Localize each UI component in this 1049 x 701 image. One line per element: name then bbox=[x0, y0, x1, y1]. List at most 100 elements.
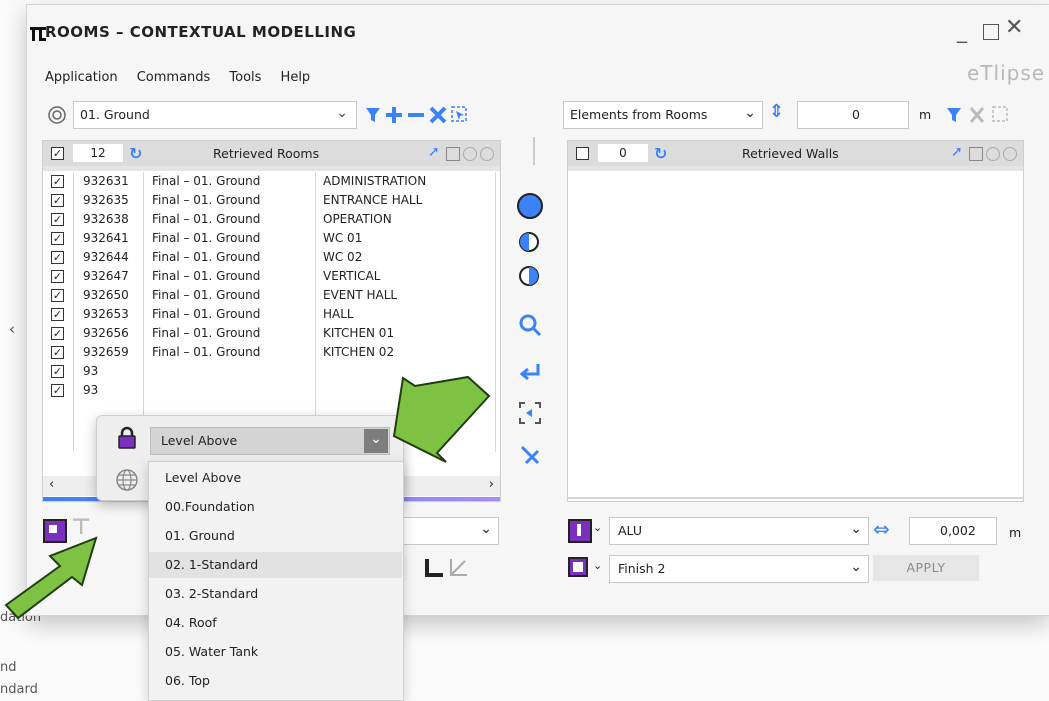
thickness-input[interactable]: 0,002 bbox=[909, 517, 997, 545]
chevron-down-icon[interactable]: ⌄ bbox=[364, 429, 388, 453]
scroll-right-icon[interactable]: › bbox=[489, 477, 494, 492]
row-checkbox[interactable]: ✓ bbox=[51, 175, 64, 188]
chevron-left-icon[interactable]: ‹ bbox=[9, 320, 15, 338]
room-level: Final – 01. Ground bbox=[152, 250, 261, 264]
search-icon[interactable] bbox=[518, 313, 542, 337]
globe-icon[interactable] bbox=[115, 468, 139, 492]
top-constraint-icon[interactable]: ⊤ bbox=[71, 515, 91, 540]
table-row[interactable]: ✓ 932656 Final – 01. Ground KITCHEN 01 bbox=[43, 324, 500, 343]
offset-unit: m bbox=[919, 107, 932, 122]
dropdown-option[interactable]: 05. Water Tank bbox=[149, 639, 402, 665]
remove-icon[interactable] bbox=[408, 113, 424, 117]
rooms-select-icon[interactable] bbox=[47, 105, 67, 125]
square-icon[interactable] bbox=[446, 147, 460, 161]
table-row[interactable]: ✓ 932641 Final – 01. Ground WC 01 bbox=[43, 229, 500, 248]
finish-icon[interactable] bbox=[568, 557, 588, 577]
pick-rooms-icon[interactable] bbox=[451, 106, 467, 122]
row-checkbox[interactable]: ✓ bbox=[51, 232, 64, 245]
room-id: 932641 bbox=[83, 231, 129, 245]
table-row[interactable]: ✓ 932659 Final – 01. Ground KITCHEN 02 bbox=[43, 343, 500, 362]
table-row[interactable]: ✓ 93 bbox=[43, 381, 500, 400]
menu-tools[interactable]: Tools bbox=[229, 70, 261, 85]
room-boundary-icon[interactable] bbox=[43, 519, 67, 543]
dropdown-option-highlighted[interactable]: 02. 1-Standard bbox=[149, 552, 402, 578]
dropdown-option[interactable]: 04. Roof bbox=[149, 610, 402, 636]
room-id: 932650 bbox=[83, 288, 129, 302]
room-name: WC 01 bbox=[323, 231, 363, 245]
chevron-down-icon[interactable]: ⌄ bbox=[593, 521, 602, 534]
table-row[interactable]: ✓ 932631 Final – 01. Ground ADMINISTRATION bbox=[43, 172, 500, 191]
circle-half-icon[interactable] bbox=[480, 147, 494, 161]
add-icon[interactable] bbox=[386, 107, 402, 123]
row-checkbox[interactable]: ✓ bbox=[51, 346, 64, 359]
row-checkbox[interactable]: ✓ bbox=[51, 270, 64, 283]
refresh-icon[interactable]: ↻ bbox=[654, 144, 667, 163]
source-select[interactable]: Elements from Rooms ⌄ bbox=[563, 101, 763, 129]
table-row[interactable]: ✓ 93 bbox=[43, 362, 500, 381]
cursor-select-icon[interactable]: ➚ bbox=[951, 144, 963, 160]
select-region-icon[interactable] bbox=[518, 401, 542, 425]
circle-outline-icon[interactable] bbox=[986, 147, 1000, 161]
chevron-down-icon[interactable]: ⌄ bbox=[593, 559, 602, 572]
enter-icon[interactable] bbox=[518, 361, 542, 385]
row-checkbox[interactable]: ✓ bbox=[51, 213, 64, 226]
right-half-circle-icon[interactable] bbox=[518, 265, 540, 287]
dropdown-option[interactable]: Level Above bbox=[149, 465, 402, 491]
filter-icon[interactable] bbox=[366, 108, 380, 122]
corner-join-icon[interactable] bbox=[423, 557, 445, 579]
menu-application[interactable]: Application bbox=[45, 70, 118, 85]
cursor-select-icon[interactable]: ➚ bbox=[428, 144, 440, 160]
table-row[interactable]: ✓ 932650 Final – 01. Ground EVENT HALL bbox=[43, 286, 500, 305]
circle-outline-icon[interactable] bbox=[463, 147, 477, 161]
menu-commands[interactable]: Commands bbox=[137, 70, 211, 85]
corner-miter-icon[interactable] bbox=[447, 557, 469, 579]
row-checkbox[interactable]: ✓ bbox=[51, 308, 64, 321]
square-icon[interactable] bbox=[969, 147, 983, 161]
circle-half-icon[interactable] bbox=[1003, 147, 1017, 161]
scroll-left-icon[interactable]: ‹ bbox=[49, 477, 54, 492]
top-level-select[interactable]: ⌄ bbox=[399, 517, 499, 545]
level-above-select[interactable]: Level Above ⌄ bbox=[150, 427, 390, 455]
row-checkbox[interactable]: ✓ bbox=[51, 365, 64, 378]
table-row[interactable]: ✓ 932653 Final – 01. Ground HALL bbox=[43, 305, 500, 324]
pick-walls-icon[interactable] bbox=[518, 443, 542, 467]
select-all-walls-checkbox[interactable] bbox=[576, 147, 589, 160]
apply-button[interactable]: APPLY bbox=[873, 555, 979, 581]
dropdown-option[interactable]: 03. 2-Standard bbox=[149, 581, 402, 607]
clear-icon[interactable] bbox=[429, 106, 447, 124]
table-row[interactable]: ✓ 932635 Final – 01. Ground ENTRANCE HALL bbox=[43, 191, 500, 210]
left-half-circle-icon[interactable] bbox=[518, 231, 540, 253]
level-select[interactable]: 01. Ground ⌄ bbox=[73, 101, 357, 129]
row-checkbox[interactable]: ✓ bbox=[51, 327, 64, 340]
table-row[interactable]: ✓ 932647 Final – 01. Ground VERTICAL bbox=[43, 267, 500, 286]
close-icon[interactable]: ✕ bbox=[1005, 15, 1023, 40]
pick-walls-region-icon[interactable] bbox=[992, 106, 1008, 122]
filter-icon[interactable] bbox=[947, 108, 961, 122]
minimize-icon[interactable]: _ bbox=[957, 19, 967, 43]
dropdown-option[interactable]: 01. Ground bbox=[149, 523, 402, 549]
maximize-icon[interactable] bbox=[983, 24, 999, 40]
select-all-rooms-checkbox[interactable]: ✓ bbox=[51, 147, 64, 160]
row-checkbox[interactable]: ✓ bbox=[51, 384, 64, 397]
room-name: EVENT HALL bbox=[323, 288, 398, 302]
chevron-down-icon: ⌄ bbox=[336, 105, 348, 121]
row-checkbox[interactable]: ✓ bbox=[51, 251, 64, 264]
offset-input[interactable]: 0 bbox=[797, 101, 909, 129]
collapse-handle[interactable]: ‹ bbox=[0, 300, 26, 360]
row-checkbox[interactable]: ✓ bbox=[51, 194, 64, 207]
lock-icon[interactable] bbox=[116, 426, 138, 450]
source-select-value: Elements from Rooms bbox=[570, 107, 708, 122]
full-circle-icon[interactable] bbox=[517, 193, 543, 219]
menu-help[interactable]: Help bbox=[281, 70, 311, 85]
refresh-icon[interactable]: ↻ bbox=[129, 144, 142, 163]
table-row[interactable]: ✓ 932638 Final – 01. Ground OPERATION bbox=[43, 210, 500, 229]
finish-select[interactable]: Finish 2 ⌄ bbox=[609, 555, 869, 583]
height-icon[interactable]: ⇕ bbox=[71, 555, 88, 579]
dropdown-option[interactable]: 00.Foundation bbox=[149, 494, 402, 520]
clear-icon[interactable] bbox=[969, 107, 985, 123]
table-row[interactable]: ✓ 932644 Final – 01. Ground WC 02 bbox=[43, 248, 500, 267]
wall-type-select[interactable]: ALU ⌄ bbox=[609, 517, 869, 545]
row-checkbox[interactable]: ✓ bbox=[51, 289, 64, 302]
dropdown-option[interactable]: 06. Top bbox=[149, 668, 402, 694]
wall-type-icon[interactable] bbox=[568, 519, 592, 543]
